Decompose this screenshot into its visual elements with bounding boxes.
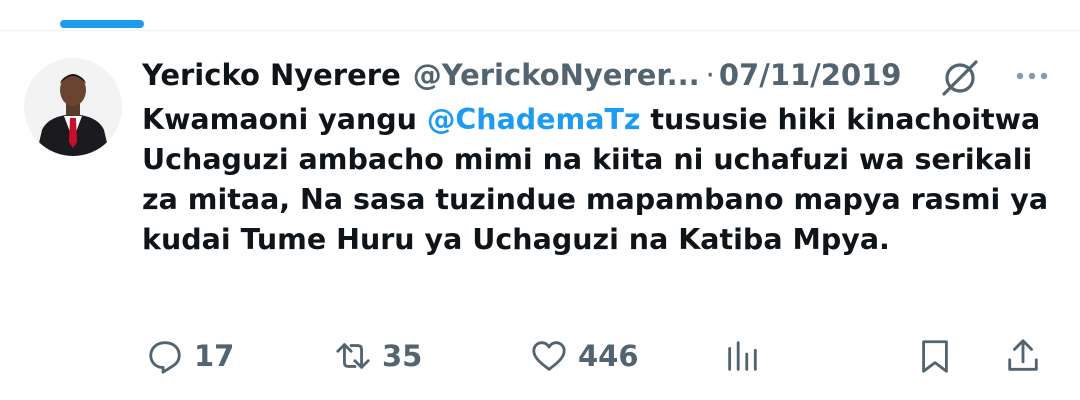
views-button[interactable] — [723, 330, 761, 382]
like-count: 446 — [578, 339, 639, 373]
share-icon — [1008, 339, 1038, 371]
action-bar: 17 35 446 — [0, 330, 1080, 382]
more-icon[interactable] — [1012, 62, 1052, 90]
retweet-icon — [336, 343, 370, 369]
bookmark-icon — [922, 340, 948, 373]
mention-link[interactable]: @ChademaTz — [427, 103, 641, 136]
author-handle[interactable]: @YerickoNyerer... — [413, 58, 700, 92]
tweet-text-part1: Kwamaoni yangu — [142, 103, 427, 136]
active-tab-indicator — [60, 20, 144, 28]
author-name[interactable]: Yericko Nyerere — [142, 58, 401, 92]
separator-dot: · — [705, 58, 715, 92]
grok-icon[interactable] — [938, 56, 982, 100]
top-strip — [0, 0, 1080, 31]
avatar[interactable] — [24, 58, 122, 156]
like-icon — [532, 341, 566, 371]
like-button[interactable]: 446 — [530, 330, 639, 382]
reply-count: 17 — [194, 339, 235, 373]
retweet-button[interactable]: 35 — [334, 330, 422, 382]
tweet-header: Yericko Nyerere @YerickoNyerer... · 07/11/2… — [142, 52, 922, 98]
share-button[interactable] — [1004, 330, 1042, 382]
retweet-count: 35 — [382, 339, 423, 373]
tweet-date[interactable]: 07/11/2019 — [719, 58, 902, 92]
reply-button[interactable]: 17 — [146, 330, 234, 382]
avatar-photo — [24, 58, 122, 156]
tweet-text: Kwamaoni yangu @ChademaTz tususie hiki k… — [142, 100, 1052, 260]
reply-icon — [149, 341, 181, 374]
views-icon — [728, 341, 757, 371]
bookmark-button[interactable] — [916, 330, 954, 382]
